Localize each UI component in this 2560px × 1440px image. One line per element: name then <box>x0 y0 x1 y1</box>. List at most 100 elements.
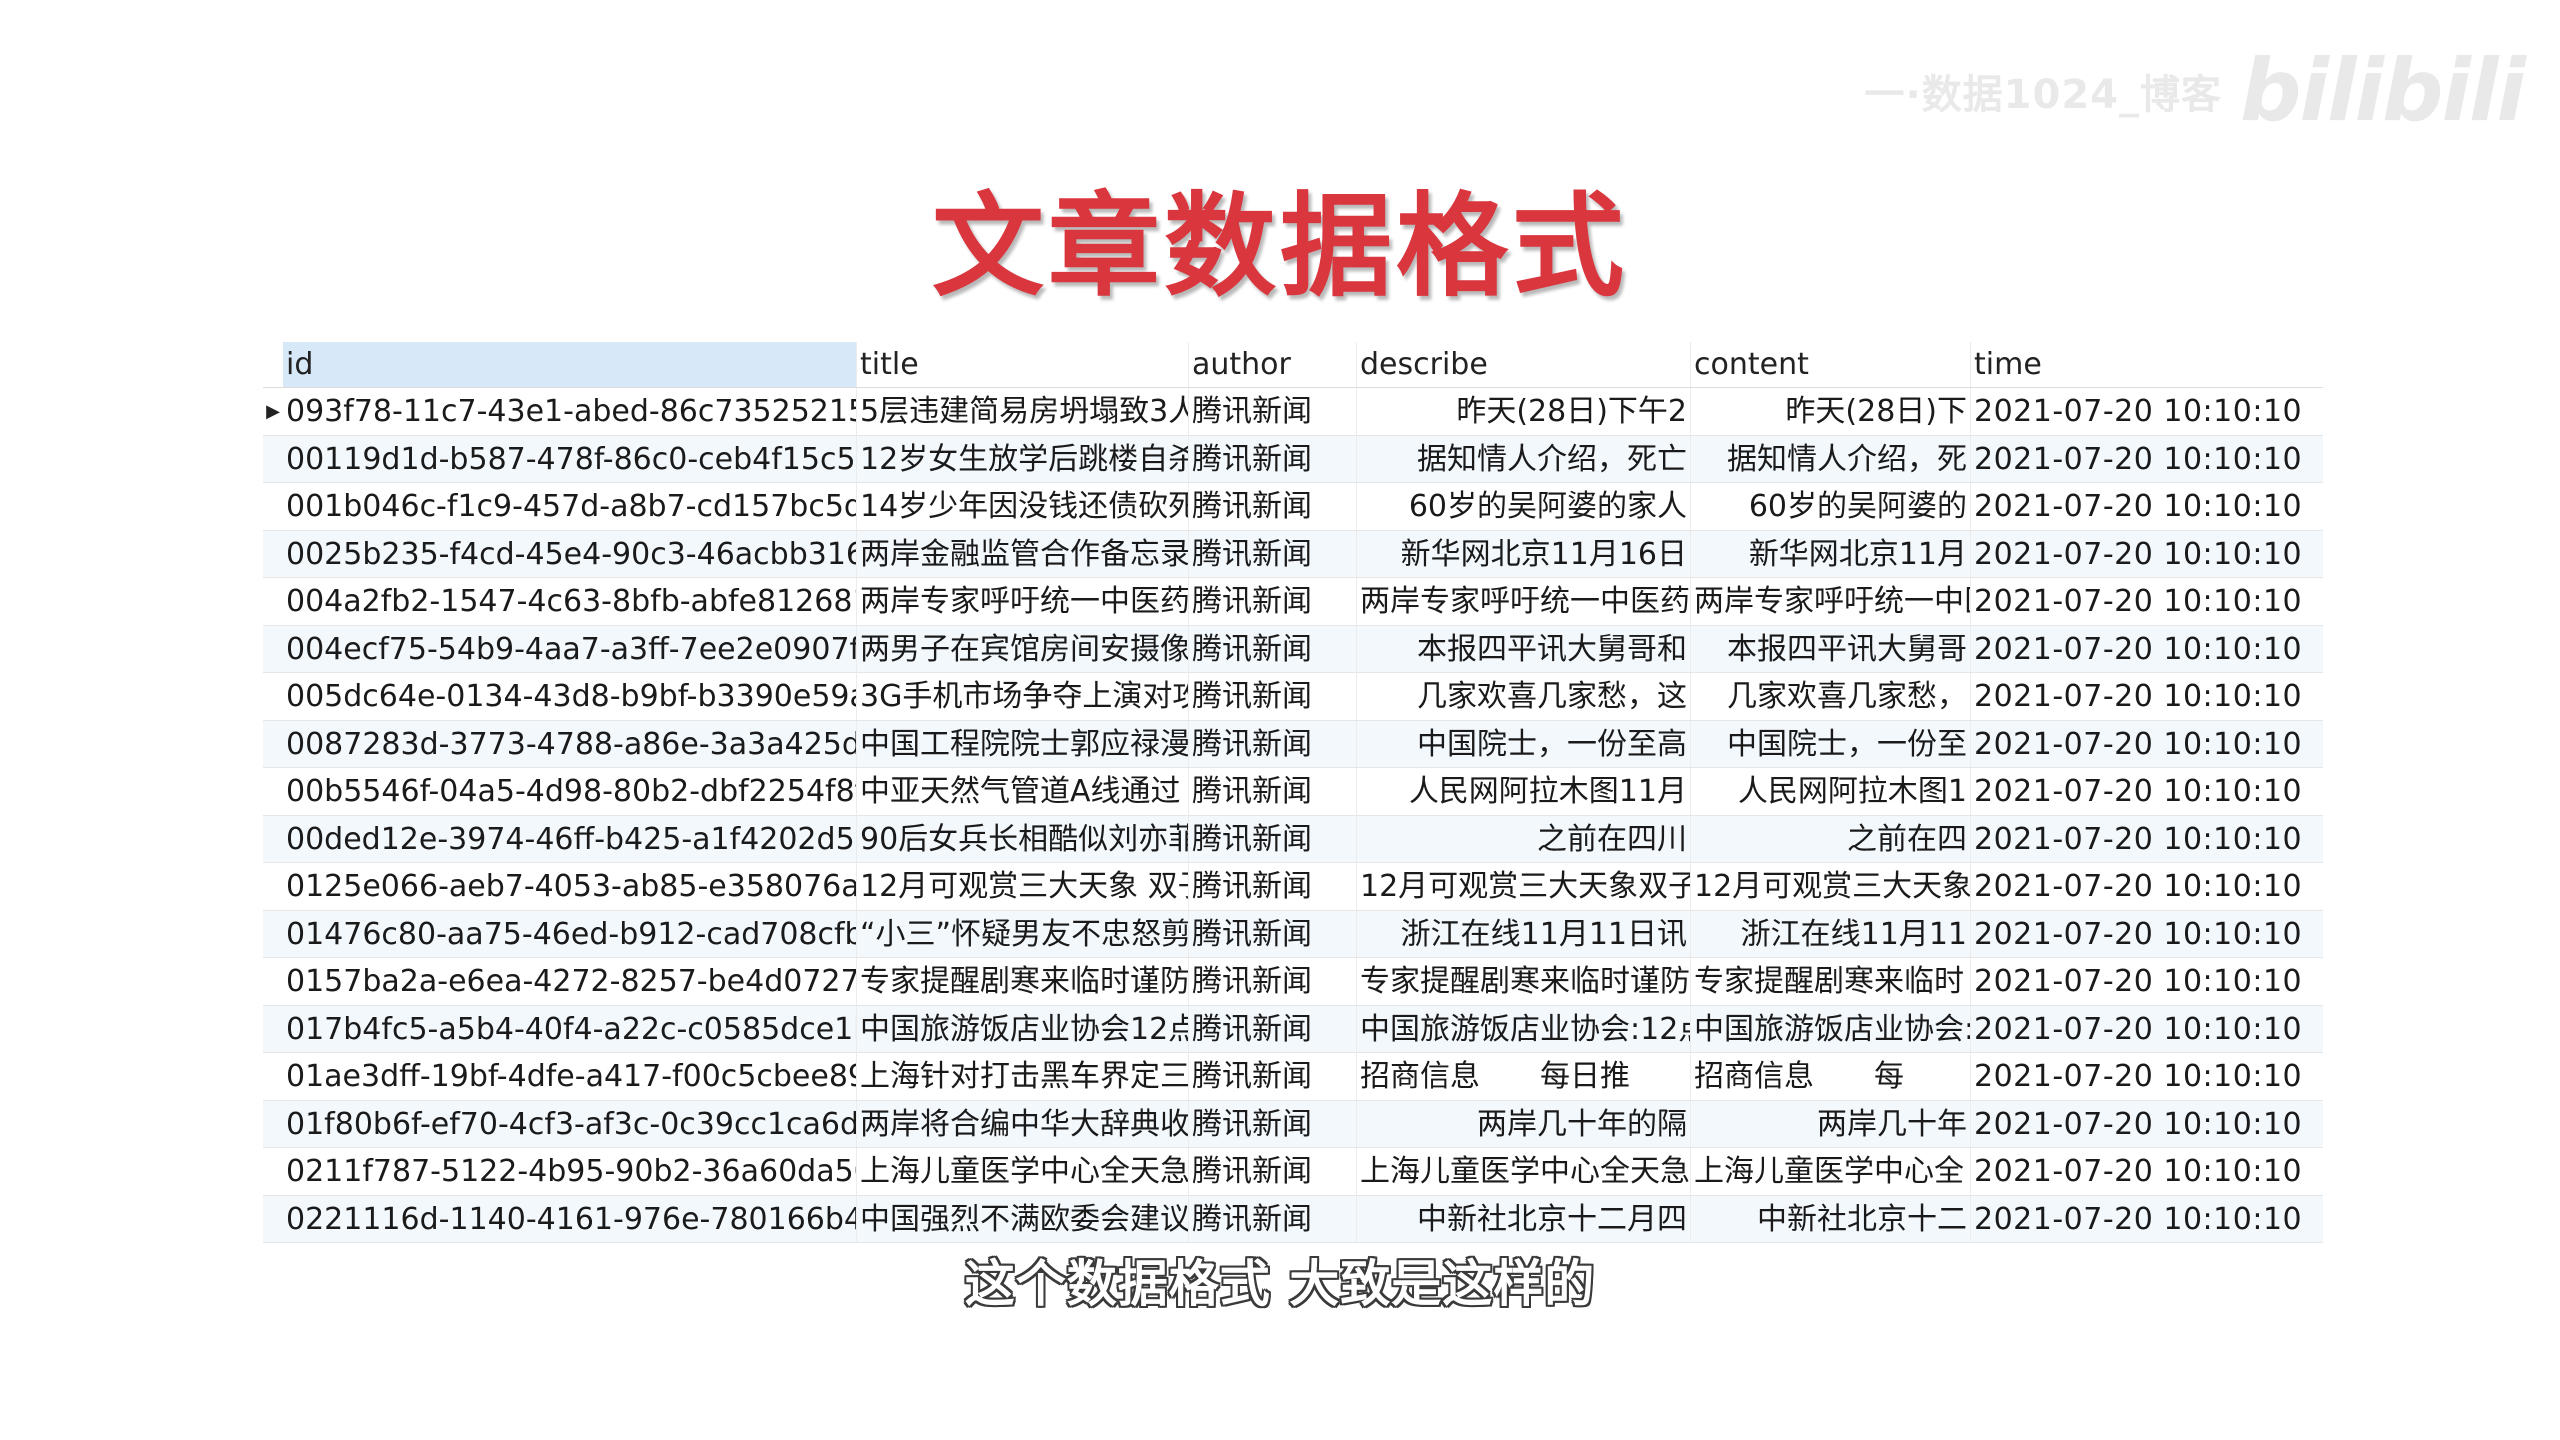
cell-time[interactable]: 2021-07-20 10:10:10 <box>1971 578 2323 625</box>
cell-title[interactable]: 中国强烈不满欧委会建议 <box>857 1195 1189 1242</box>
cell-describe[interactable]: 昨天(28日)下午2 <box>1357 388 1691 435</box>
table-row[interactable]: 0157ba2a-e6ea-4272-8257-be4d07278f 专家提醒剧寒… <box>263 958 2323 1006</box>
cell-id[interactable]: 0157ba2a-e6ea-4272-8257-be4d07278f <box>283 958 857 1005</box>
cell-title[interactable]: 两男子在宾馆房间安摄像 <box>857 625 1189 672</box>
cell-id[interactable]: 01ae3dff-19bf-4dfe-a417-f00c5cbee89e <box>283 1053 857 1100</box>
row-selector-icon[interactable] <box>263 531 283 578</box>
table-row[interactable]: 0221116d-1140-4161-976e-780166b40 中国强烈不满欧… <box>263 1195 2323 1243</box>
cell-content[interactable]: 两岸几十年 <box>1691 1100 1971 1147</box>
table-row[interactable]: 01476c80-aa75-46ed-b912-cad708cfb6 “小三”怀疑… <box>263 910 2323 958</box>
row-selector-icon[interactable]: ▶ <box>263 388 283 435</box>
column-header-title[interactable]: title <box>857 342 1189 387</box>
cell-time[interactable]: 2021-07-20 10:10:10 <box>1971 1006 2323 1053</box>
cell-title[interactable]: 中国旅游饭店业协会12点 <box>857 1005 1189 1052</box>
cell-time[interactable]: 2021-07-20 10:10:10 <box>1971 436 2323 483</box>
cell-title[interactable]: 12岁女生放学后跳楼自杀 <box>857 435 1189 482</box>
cell-author[interactable]: 腾讯新闻 <box>1189 1005 1357 1052</box>
cell-id[interactable]: 017b4fc5-a5b4-40f4-a22c-c0585dce1b <box>283 1005 857 1052</box>
cell-id[interactable]: 004ecf75-54b9-4aa7-a3ff-7ee2e0907f8 <box>283 625 857 672</box>
cell-describe[interactable]: 新华网北京11月16日 <box>1357 530 1691 577</box>
table-row[interactable]: 0025b235-f4cd-45e4-90c3-46acbb3165 两岸金融监管… <box>263 530 2323 578</box>
row-selector-icon[interactable] <box>263 1196 283 1243</box>
cell-author[interactable]: 腾讯新闻 <box>1189 768 1357 815</box>
table-row[interactable]: 01f80b6f-ef70-4cf3-af3c-0c39cc1ca6df 两岸将合… <box>263 1100 2323 1148</box>
cell-time[interactable]: 2021-07-20 10:10:10 <box>1971 531 2323 578</box>
cell-author[interactable]: 腾讯新闻 <box>1189 388 1357 435</box>
cell-title[interactable]: 专家提醒剧寒来临时谨防 <box>857 958 1189 1005</box>
cell-author[interactable]: 腾讯新闻 <box>1189 673 1357 720</box>
cell-time[interactable]: 2021-07-20 10:10:10 <box>1971 1148 2323 1195</box>
cell-id[interactable]: 0025b235-f4cd-45e4-90c3-46acbb3165 <box>283 530 857 577</box>
cell-id[interactable]: 004a2fb2-1547-4c63-8bfb-abfe812681a <box>283 578 857 625</box>
cell-author[interactable]: 腾讯新闻 <box>1189 1100 1357 1147</box>
cell-author[interactable]: 腾讯新闻 <box>1189 910 1357 957</box>
cell-title[interactable]: 90后女兵长相酷似刘亦菲 <box>857 815 1189 862</box>
cell-describe[interactable]: 上海儿童医学中心全天急 <box>1357 1148 1691 1195</box>
cell-id[interactable]: 00b5546f-04a5-4d98-80b2-dbf2254f8f <box>283 768 857 815</box>
cell-time[interactable]: 2021-07-20 10:10:10 <box>1971 816 2323 863</box>
cell-author[interactable]: 腾讯新闻 <box>1189 1148 1357 1195</box>
cell-author[interactable]: 腾讯新闻 <box>1189 720 1357 767</box>
row-selector-icon[interactable] <box>263 1148 283 1195</box>
cell-describe[interactable]: 据知情人介绍，死亡 <box>1357 435 1691 482</box>
cell-title[interactable]: 两岸将合编中华大辞典收 <box>857 1100 1189 1147</box>
row-selector-icon[interactable] <box>263 863 283 910</box>
cell-author[interactable]: 腾讯新闻 <box>1189 530 1357 577</box>
cell-content[interactable]: 据知情人介绍，死 <box>1691 435 1971 482</box>
cell-title[interactable]: 12月可观赏三大天象 双子 <box>857 863 1189 910</box>
row-selector-icon[interactable] <box>263 768 283 815</box>
cell-title[interactable]: “小三”怀疑男友不忠怒剪 <box>857 910 1189 957</box>
table-row[interactable]: 0125e066-aeb7-4053-ab85-e358076a2 12月可观赏三… <box>263 863 2323 911</box>
cell-describe[interactable]: 中国旅游饭店业协会:12点 <box>1357 1005 1691 1052</box>
cell-content[interactable]: 招商信息 每 <box>1691 1053 1971 1100</box>
cell-content[interactable]: 浙江在线11月11 <box>1691 910 1971 957</box>
cell-author[interactable]: 腾讯新闻 <box>1189 435 1357 482</box>
table-row[interactable]: 01ae3dff-19bf-4dfe-a417-f00c5cbee89e 上海针对… <box>263 1053 2323 1101</box>
cell-time[interactable]: 2021-07-20 10:10:10 <box>1971 626 2323 673</box>
row-selector-icon[interactable] <box>263 436 283 483</box>
cell-id[interactable]: 0125e066-aeb7-4053-ab85-e358076a2 <box>283 863 857 910</box>
cell-id[interactable]: 01476c80-aa75-46ed-b912-cad708cfb6 <box>283 910 857 957</box>
row-selector-icon[interactable] <box>263 483 283 530</box>
cell-id[interactable]: 0087283d-3773-4788-a86e-3a3a425d2 <box>283 720 857 767</box>
cell-describe[interactable]: 12月可观赏三大天象双子 <box>1357 863 1691 910</box>
cell-author[interactable]: 腾讯新闻 <box>1189 1195 1357 1242</box>
cell-time[interactable]: 2021-07-20 10:10:10 <box>1971 863 2323 910</box>
cell-time[interactable]: 2021-07-20 10:10:10 <box>1971 768 2323 815</box>
cell-content[interactable]: 60岁的吴阿婆的 <box>1691 483 1971 530</box>
cell-content[interactable]: 两岸专家呼吁统一中医 <box>1691 578 1971 625</box>
cell-author[interactable]: 腾讯新闻 <box>1189 625 1357 672</box>
row-selector-icon[interactable] <box>263 816 283 863</box>
cell-title[interactable]: 5层违建简易房坍塌致3人 <box>857 388 1189 435</box>
table-row[interactable]: 005dc64e-0134-43d8-b9bf-b3390e59ab 3G手机市场… <box>263 673 2323 721</box>
cell-describe[interactable]: 招商信息 每日推 <box>1357 1053 1691 1100</box>
cell-author[interactable]: 腾讯新闻 <box>1189 483 1357 530</box>
cell-time[interactable]: 2021-07-20 10:10:10 <box>1971 483 2323 530</box>
column-header-author[interactable]: author <box>1189 342 1357 387</box>
cell-content[interactable]: 昨天(28日)下 <box>1691 388 1971 435</box>
cell-describe[interactable]: 两岸专家呼吁统一中医药 <box>1357 578 1691 625</box>
table-row[interactable]: 00b5546f-04a5-4d98-80b2-dbf2254f8f 中亚天然气管… <box>263 768 2323 816</box>
cell-title[interactable]: 14岁少年因没钱还债砍死 <box>857 483 1189 530</box>
cell-describe[interactable]: 中新社北京十二月四 <box>1357 1195 1691 1242</box>
column-header-time[interactable]: time <box>1971 342 2323 387</box>
table-row[interactable]: 004a2fb2-1547-4c63-8bfb-abfe812681a 两岸专家呼… <box>263 578 2323 626</box>
cell-id[interactable]: 0211f787-5122-4b95-90b2-36a60da507 <box>283 1148 857 1195</box>
cell-time[interactable]: 2021-07-20 10:10:10 <box>1971 911 2323 958</box>
cell-content[interactable]: 本报四平讯大舅哥 <box>1691 625 1971 672</box>
table-row[interactable]: 017b4fc5-a5b4-40f4-a22c-c0585dce1b 中国旅游饭店… <box>263 1005 2323 1053</box>
table-row[interactable]: ▶ 093f78-11c7-43e1-abed-86c735252155 5层违建简… <box>263 388 2323 436</box>
row-selector-icon[interactable] <box>263 911 283 958</box>
cell-author[interactable]: 腾讯新闻 <box>1189 958 1357 1005</box>
row-selector-icon[interactable] <box>263 578 283 625</box>
table-row[interactable]: 0211f787-5122-4b95-90b2-36a60da507 上海儿童医学… <box>263 1148 2323 1196</box>
cell-id[interactable]: 0221116d-1140-4161-976e-780166b40 <box>283 1195 857 1242</box>
cell-id[interactable]: 001b046c-f1c9-457d-a8b7-cd157bc5d8 <box>283 483 857 530</box>
cell-time[interactable]: 2021-07-20 10:10:10 <box>1971 958 2323 1005</box>
cell-time[interactable]: 2021-07-20 10:10:10 <box>1971 1053 2323 1100</box>
cell-time[interactable]: 2021-07-20 10:10:10 <box>1971 1101 2323 1148</box>
column-header-describe[interactable]: describe <box>1357 342 1691 387</box>
cell-title[interactable]: 3G手机市场争夺上演对攻 <box>857 673 1189 720</box>
cell-describe[interactable]: 60岁的吴阿婆的家人 <box>1357 483 1691 530</box>
cell-id[interactable]: 093f78-11c7-43e1-abed-86c735252155 <box>283 388 857 435</box>
